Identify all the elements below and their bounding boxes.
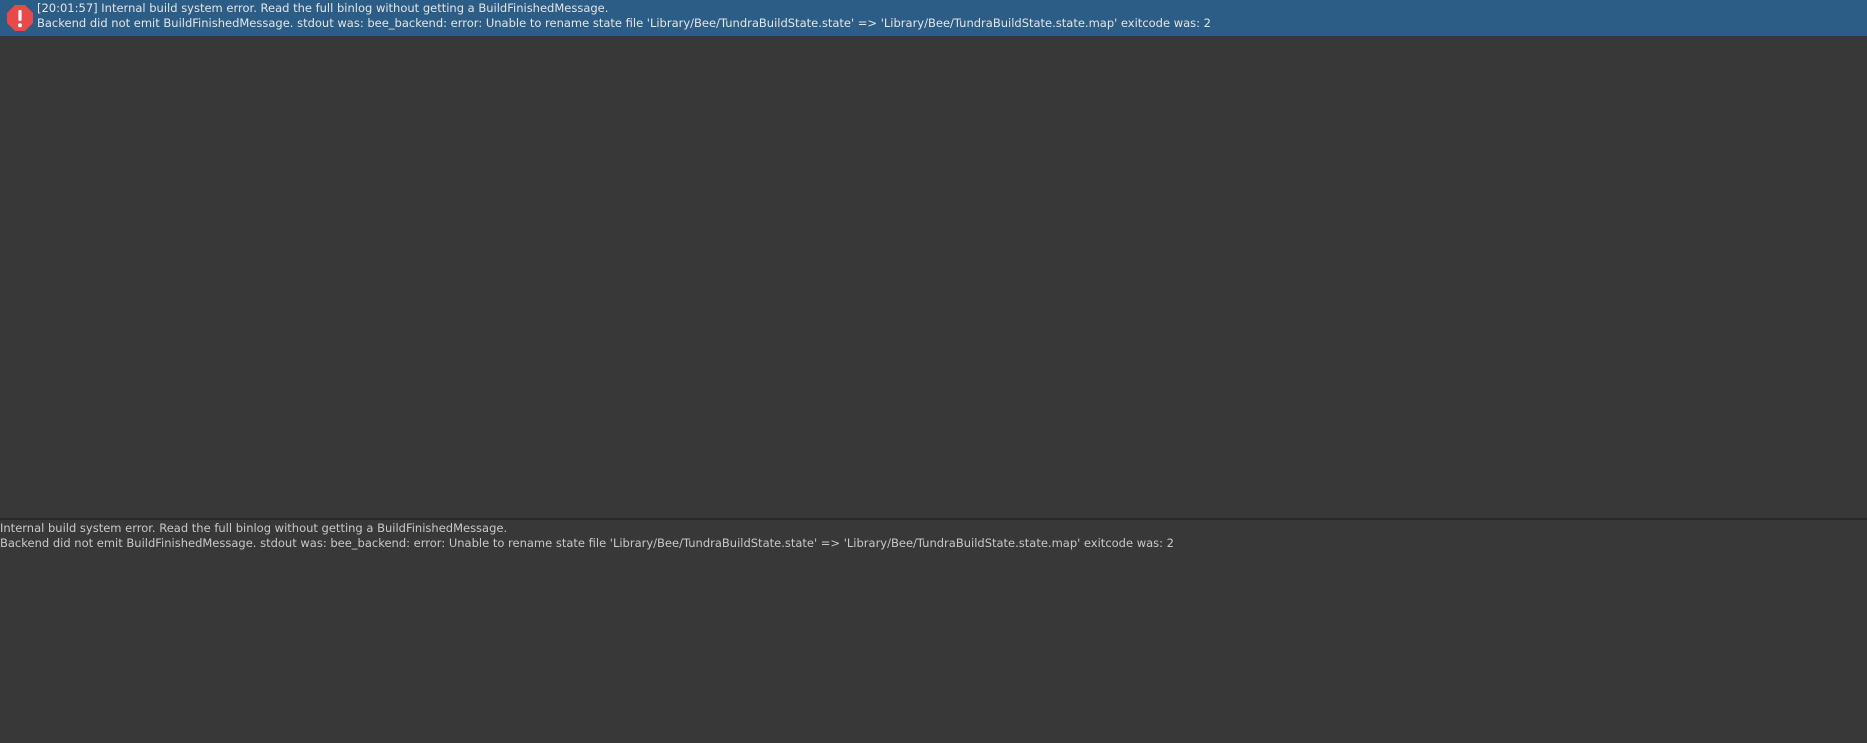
stacktrace-pane[interactable]: Internal build system error. Read the fu… [0,520,1867,743]
log-entry-message: [20:01:57] Internal build system error. … [37,1,609,15]
log-list[interactable]: [20:01:57] Internal build system error. … [0,0,1867,518]
console-window: [20:01:57] Internal build system error. … [0,0,1867,743]
detail-backend-message: Backend did not emit BuildFinishedMessag… [0,536,1174,550]
log-entry-row[interactable]: [20:01:57] Internal build system error. … [0,0,1867,36]
error-icon [7,5,33,31]
detail-message: Internal build system error. Read the fu… [0,521,508,535]
log-entry-text: [20:01:57] Internal build system error. … [37,1,1867,31]
log-entry-detail: Backend did not emit BuildFinishedMessag… [37,16,1211,30]
stacktrace-text: Internal build system error. Read the fu… [0,521,1174,551]
